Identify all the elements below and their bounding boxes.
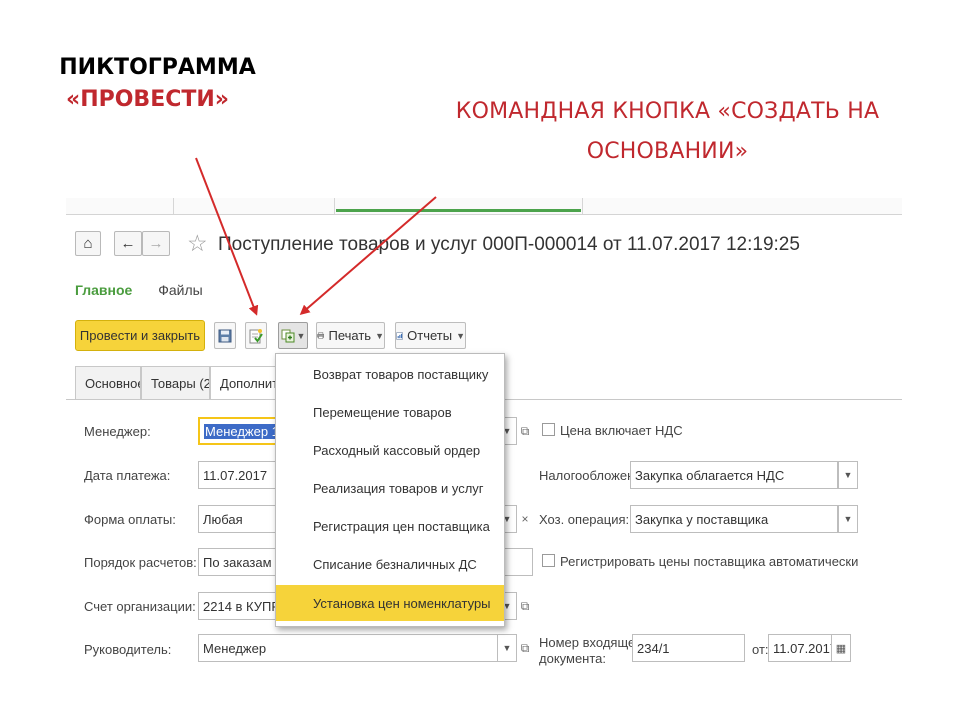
arrow-to-create-based-on-button [299, 196, 437, 315]
annotation-arrows [195, 157, 437, 316]
arrow-to-post-icon [195, 157, 259, 316]
